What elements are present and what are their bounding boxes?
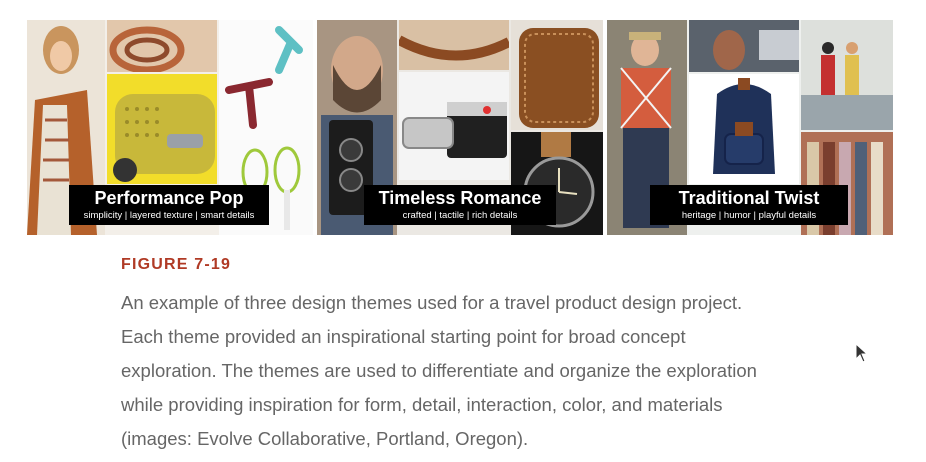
theme-title: Performance Pop: [94, 188, 244, 208]
caption-line: An example of three design themes used f…: [121, 292, 743, 313]
car-interior-photo: [689, 20, 799, 72]
yellow-luggage-photo: [107, 74, 217, 184]
caption-line: (images: Evolve Collaborative, Portland,…: [121, 428, 529, 449]
figure-caption: An example of three design themes used f…: [121, 286, 901, 456]
caption-line: exploration. The themes are used to diff…: [121, 360, 757, 381]
hooks-photo: [219, 20, 313, 140]
backpack-photo: [689, 74, 799, 184]
caption-line: Each theme provided an inspirational sta…: [121, 326, 686, 347]
theme-panel-traditional-twist: Traditional Twist heritage | humor | pla…: [607, 20, 893, 235]
strap-photo: [399, 20, 509, 70]
leather-coil-photo: [107, 20, 217, 72]
theme-caption: Timeless Romance crafted | tactile | ric…: [364, 185, 556, 225]
caption-line: while providing inspiration for form, de…: [121, 394, 723, 415]
mouse-cursor-icon: [855, 343, 869, 363]
theme-subtitle: simplicity | layered texture | smart det…: [83, 210, 255, 221]
theme-subtitle: crafted | tactile | rich details: [402, 210, 518, 221]
figure-label: FIGURE 7-19: [121, 256, 232, 273]
travelers-photo: [801, 20, 893, 130]
theme-panel-performance-pop: Performance Pop simplicity | layered tex…: [27, 20, 313, 235]
camera-case-photo: [511, 20, 603, 130]
theme-title: Timeless Romance: [378, 188, 542, 208]
theme-subtitle: heritage | humor | playful details: [681, 210, 817, 221]
theme-caption: Performance Pop simplicity | layered tex…: [69, 185, 269, 225]
theme-caption: Traditional Twist heritage | humor | pla…: [650, 185, 848, 225]
theme-panel-timeless-romance: Timeless Romance crafted | tactile | ric…: [317, 20, 603, 235]
theme-title: Traditional Twist: [678, 188, 820, 208]
rangefinder-photo: [399, 72, 509, 180]
